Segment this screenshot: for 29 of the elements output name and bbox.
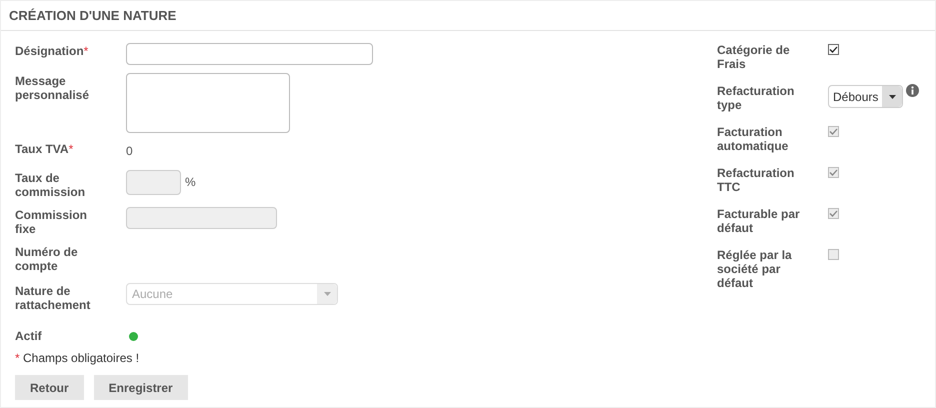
field-label: Facturable par défaut — [717, 207, 801, 235]
input-field[interactable] — [126, 43, 373, 65]
checkbox[interactable] — [828, 44, 839, 55]
select-field[interactable]: Débours — [828, 85, 904, 108]
page-title: CRÉATION D'UNE NATURE — [9, 8, 176, 23]
field-label: Commission fixe — [15, 208, 88, 236]
field-label: Refacturation TTC — [717, 166, 796, 194]
field-value: 0 — [126, 143, 133, 158]
unit-label: % — [185, 175, 196, 189]
field-label: Réglée par la société par défaut — [717, 248, 793, 290]
caret-icon — [324, 292, 330, 296]
action-button[interactable]: Retour — [15, 375, 84, 400]
field-label: Message personnalisé — [15, 74, 90, 102]
field-label: Actif — [15, 329, 42, 343]
action-button[interactable]: Enregistrer — [94, 375, 188, 400]
field-label: Taux de commission — [15, 171, 86, 199]
required-mark: * — [84, 44, 88, 58]
info-icon[interactable] — [906, 84, 920, 97]
field-label: Catégorie de Frais — [717, 43, 791, 71]
text-area[interactable] — [126, 73, 290, 133]
field-label: Nature de rattachement — [15, 284, 92, 312]
required-note: * Champs obligatoires ! — [15, 351, 140, 365]
required-mark: * — [68, 142, 74, 156]
field-label: Facturation automatique — [717, 125, 790, 153]
caret-icon — [888, 94, 896, 98]
field-label: Désignation — [15, 44, 84, 58]
field-label: Numéro de compte — [15, 245, 79, 273]
field-label: Refacturation type — [717, 84, 796, 112]
field-label: Taux TVA — [15, 142, 69, 156]
